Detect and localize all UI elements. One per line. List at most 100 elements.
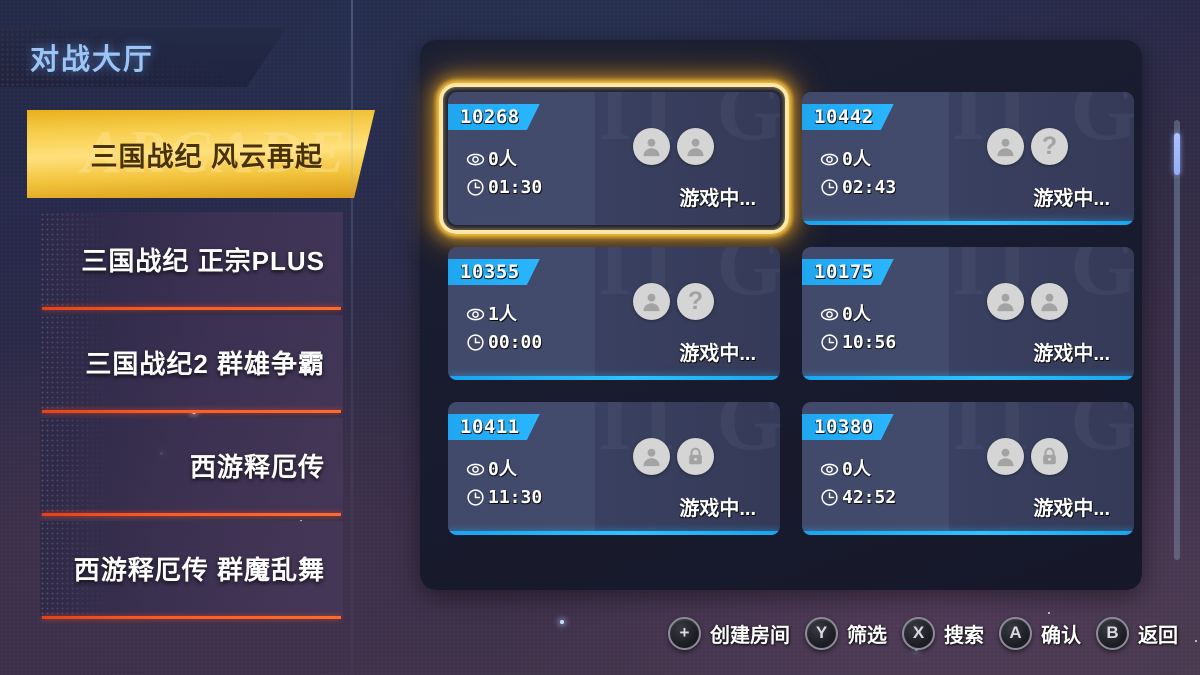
player-slots xyxy=(987,283,1068,320)
room-timer: 10:56 xyxy=(820,333,896,352)
avatar-slot-player[interactable] xyxy=(987,283,1024,320)
room-card-body[interactable]: II GU S101750人10:56游戏中... xyxy=(802,247,1134,380)
room-status: 游戏中... xyxy=(1033,343,1110,365)
eye-icon xyxy=(466,308,485,321)
hint-x[interactable]: X 搜索 xyxy=(902,616,984,650)
sidebar-item-sanguo-fengyun[interactable]: ARCADE 三国战纪 风云再起 xyxy=(0,110,379,202)
sidebar-item-label: 三国战纪 风云再起 xyxy=(90,141,323,172)
eye-icon xyxy=(820,463,839,476)
question-mark-icon: ? xyxy=(687,287,704,315)
sidebar-item-sanguo-plus[interactable]: 三国战纪 正宗PLUS xyxy=(0,212,353,310)
player-slots: ? xyxy=(633,283,714,320)
viewer-count: 0人 xyxy=(820,150,896,169)
hint-b[interactable]: B 返回 xyxy=(1096,616,1178,650)
clock-icon xyxy=(821,179,838,196)
room-status: 游戏中... xyxy=(1033,188,1110,210)
room-timer-label: 02:43 xyxy=(842,176,897,198)
page-title-banner: 对战大厅 xyxy=(0,27,287,87)
avatar-slot-player[interactable] xyxy=(633,283,670,320)
player-slots xyxy=(633,438,714,475)
card-accent-bar xyxy=(802,376,1134,380)
room-card-body[interactable]: II GU S103800人42:52游戏中... xyxy=(802,402,1134,535)
clock-icon xyxy=(467,179,484,196)
sidebar-item-xiyou-qunmo[interactable]: 西游释厄传 群魔乱舞 xyxy=(0,521,353,619)
avatar-slot-player[interactable] xyxy=(677,128,714,165)
sidebar: 对战大厅 ARCADE 三国战纪 风云再起 三国战纪 正宗PLUS 三国战纪2 … xyxy=(0,0,379,675)
hint-button-glyph[interactable]: + xyxy=(668,616,701,650)
room-id-tag: 10411 xyxy=(448,414,540,440)
eye-icon xyxy=(466,463,485,476)
clock-icon xyxy=(821,334,838,351)
clock-icon xyxy=(821,489,838,506)
room-card-10380[interactable]: II GU S103800人42:52游戏中... xyxy=(802,402,1134,535)
controller-hint-bar: + 创建房间 Y 筛选 X 搜索 A 确认 B 返回 xyxy=(0,609,1200,657)
person-icon xyxy=(1041,293,1058,312)
room-id-tag: 10442 xyxy=(802,104,894,130)
hint-plus[interactable]: + 创建房间 xyxy=(668,616,790,650)
hint-button-glyph[interactable]: A xyxy=(999,616,1032,650)
room-list-scrollbar[interactable] xyxy=(1174,120,1180,560)
lock-icon xyxy=(689,447,702,465)
room-timer: 11:30 xyxy=(466,488,542,507)
avatar-slot-lock[interactable] xyxy=(677,438,714,475)
question-mark-icon: ? xyxy=(1041,132,1058,160)
card-accent-bar xyxy=(802,531,1134,535)
room-timer-label: 00:00 xyxy=(488,331,543,353)
room-timer: 00:00 xyxy=(466,333,542,352)
room-card-10175[interactable]: II GU S101750人10:56游戏中... xyxy=(802,247,1134,380)
lock-icon xyxy=(1043,447,1056,465)
room-card-10355[interactable]: II GU S103551人00:00?游戏中... xyxy=(448,247,780,380)
person-icon xyxy=(687,138,704,157)
avatar-slot-question[interactable]: ? xyxy=(1031,128,1068,165)
card-accent-bar xyxy=(802,221,1134,225)
sidebar-item-label: 西游释厄传 群魔乱舞 xyxy=(73,555,325,585)
room-stats: 0人 10:56 xyxy=(820,305,896,361)
person-icon xyxy=(997,138,1014,157)
room-card-body[interactable]: II GU S103551人00:00?游戏中... xyxy=(448,247,780,380)
scrollbar-track[interactable] xyxy=(1174,120,1180,560)
viewer-count: 0人 xyxy=(820,460,896,479)
room-card-body[interactable]: II GU S104110人11:30游戏中... xyxy=(448,402,780,535)
room-grid: II GU S102680人01:30游戏中...II GU S104420人0… xyxy=(439,83,1134,535)
avatar-slot-player[interactable] xyxy=(987,128,1024,165)
hint-button-glyph[interactable]: X xyxy=(902,616,935,650)
room-stats: 0人 42:52 xyxy=(820,460,896,516)
sidebar-item-sanguo2-qunxiong[interactable]: 三国战纪2 群雄争霸 xyxy=(0,315,353,413)
hint-label: 确认 xyxy=(1041,624,1081,647)
avatar-slot-lock[interactable] xyxy=(1031,438,1068,475)
person-icon xyxy=(643,138,660,157)
hint-button-glyph[interactable]: B xyxy=(1096,616,1129,650)
viewer-count-label: 0人 xyxy=(488,148,517,170)
sidebar-item-label: 三国战纪 正宗PLUS xyxy=(81,246,325,276)
viewer-count-label: 1人 xyxy=(488,303,517,325)
sidebar-item-xiyou-shie[interactable]: 西游释厄传 xyxy=(0,418,353,516)
viewer-count-label: 0人 xyxy=(842,303,871,325)
avatar-slot-player[interactable] xyxy=(1031,283,1068,320)
room-timer-label: 11:30 xyxy=(488,486,543,508)
hint-a[interactable]: A 确认 xyxy=(999,616,1081,650)
room-card-10268[interactable]: II GU S102680人01:30游戏中... xyxy=(439,83,789,234)
avatar-slot-question[interactable]: ? xyxy=(677,283,714,320)
room-card-body[interactable]: II GU S102680人01:30游戏中... xyxy=(448,92,780,225)
room-status: 游戏中... xyxy=(679,343,756,365)
scrollbar-thumb[interactable] xyxy=(1174,133,1180,175)
room-stats: 0人 02:43 xyxy=(820,150,896,206)
avatar-slot-player[interactable] xyxy=(987,438,1024,475)
person-icon xyxy=(643,448,660,467)
room-card-body[interactable]: II GU S104420人02:43?游戏中... xyxy=(802,92,1134,225)
hint-button-glyph[interactable]: Y xyxy=(805,616,838,650)
room-timer: 02:43 xyxy=(820,178,896,197)
room-timer: 42:52 xyxy=(820,488,896,507)
card-accent-bar xyxy=(448,376,780,380)
room-card-10411[interactable]: II GU S104110人11:30游戏中... xyxy=(448,402,780,535)
hint-label: 创建房间 xyxy=(710,624,790,647)
avatar-slot-player[interactable] xyxy=(633,128,670,165)
person-icon xyxy=(643,293,660,312)
viewer-count-label: 0人 xyxy=(842,148,871,170)
room-card-10442[interactable]: II GU S104420人02:43?游戏中... xyxy=(802,92,1134,225)
avatar-slot-player[interactable] xyxy=(633,438,670,475)
game-list[interactable]: ARCADE 三国战纪 风云再起 三国战纪 正宗PLUS 三国战纪2 群雄争霸 … xyxy=(0,110,379,624)
room-timer-label: 10:56 xyxy=(842,331,897,353)
hint-label: 返回 xyxy=(1138,624,1178,647)
hint-y[interactable]: Y 筛选 xyxy=(805,616,887,650)
